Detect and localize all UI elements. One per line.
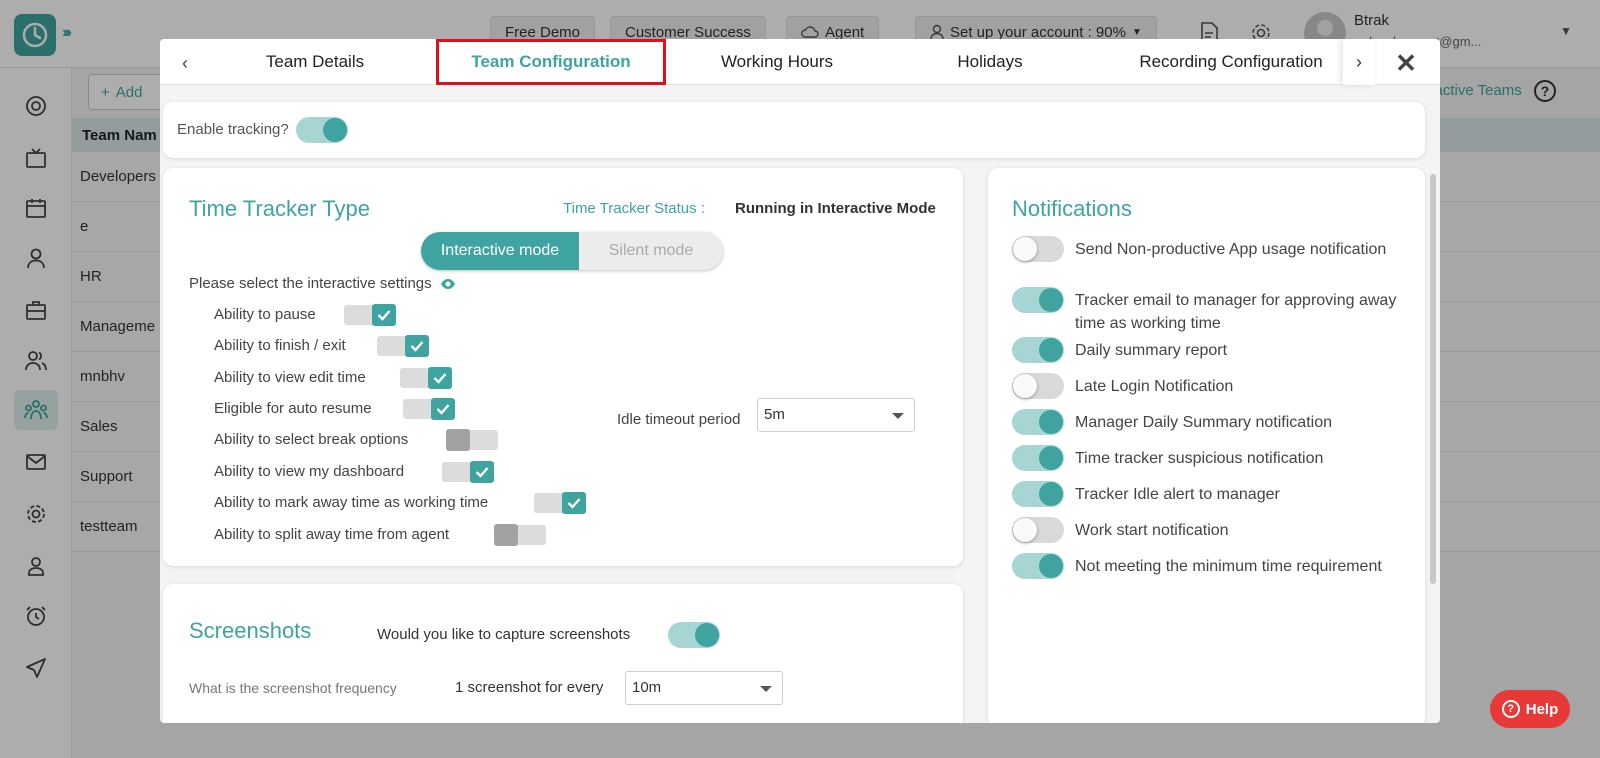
setting-label: Ability to view my dashboard [214, 462, 405, 480]
split-away-time-checkbox[interactable] [494, 524, 546, 546]
tracker-status-label: Time Tracker Status : [563, 200, 705, 217]
silent-mode-button[interactable]: Silent mode [579, 232, 723, 270]
screenshot-frequency-select[interactable]: 10m [625, 671, 783, 705]
team-settings-modal: ‹ Team Details Team Configuration Workin… [160, 39, 1440, 723]
enable-tracking-card: Enable tracking? [163, 102, 1425, 158]
mode-selector: Interactive mode Silent mode [421, 232, 723, 270]
tab-holidays[interactable]: Holidays [910, 39, 1070, 85]
interactive-settings-heading: Please select the interactive settings [189, 275, 456, 292]
dropdown-caret-icon [892, 413, 904, 419]
ability-to-finish-checkbox[interactable] [377, 335, 429, 357]
setting-mark-away-time: Ability to mark away time as working tim… [214, 489, 488, 515]
help-circle-icon: ? [1501, 700, 1520, 718]
setting-label: Ability to split away time from agent [214, 525, 450, 543]
time-tracker-type-card: Time Tracker Type Time Tracker Status : … [163, 168, 963, 566]
time-tracker-type-title: Time Tracker Type [189, 196, 370, 221]
setting-ability-to-pause: Ability to pause [214, 301, 316, 327]
setting-view-my-dashboard: Ability to view my dashboard [214, 458, 404, 484]
setting-label: Ability to view edit time [214, 368, 366, 386]
notifications-card: Notifications Send Non-productive App us… [988, 168, 1425, 723]
tab-team-configuration[interactable]: Team Configuration [436, 39, 666, 85]
manager-daily-summary-toggle[interactable] [1012, 409, 1064, 435]
idle-timeout-value: 5m [764, 406, 785, 423]
notification-label: Tracker Idle alert to manager [1075, 486, 1280, 503]
non-productive-app-toggle[interactable] [1012, 236, 1064, 262]
tracker-email-manager-toggle[interactable] [1012, 287, 1064, 313]
tab-bar: ‹ Team Details Team Configuration Workin… [160, 39, 1440, 85]
tab-prev-icon[interactable]: ‹ [182, 53, 188, 74]
dropdown-caret-icon [760, 686, 772, 692]
tab-next-icon[interactable]: › [1343, 39, 1375, 85]
idle-timeout-select[interactable]: 5m [757, 398, 915, 432]
close-icon[interactable]: ✕ [1392, 48, 1420, 78]
setting-label: Ability to mark away time as working tim… [214, 493, 489, 511]
setting-eligible-for-auto-resume: Eligible for auto resume [214, 395, 372, 421]
setting-label: Ability to select break options [214, 430, 409, 448]
auto-resume-checkbox[interactable] [403, 398, 455, 420]
capture-screenshots-label: Would you like to capture screenshots [377, 626, 631, 643]
check-icon [410, 341, 424, 352]
notification-label: Daily summary report [1075, 342, 1228, 359]
setting-break-options: Ability to select break options [214, 426, 408, 452]
notification-label: Time tracker suspicious notification [1075, 450, 1324, 467]
ability-to-pause-checkbox[interactable] [344, 304, 396, 326]
interactive-mode-button[interactable]: Interactive mode [421, 232, 579, 270]
idle-timeout-label: Idle timeout period [617, 411, 741, 428]
setting-split-away-time: Ability to split away time from agent [214, 521, 449, 547]
check-icon [377, 310, 391, 321]
suspicious-notification-toggle[interactable] [1012, 445, 1064, 471]
screenshot-frequency-value: 10m [632, 679, 662, 696]
notification-label: Send Non-productive App usage notificati… [1075, 241, 1387, 258]
tracker-status-value: Running in Interactive Mode [735, 200, 936, 217]
setting-ability-to-finish: Ability to finish / exit [214, 332, 346, 358]
screenshot-every-label: 1 screenshot for every [455, 679, 604, 696]
notifications-title: Notifications [1012, 196, 1132, 221]
late-login-toggle[interactable] [1012, 373, 1064, 399]
setting-ability-to-view-edit-time: Ability to view edit time [214, 364, 366, 390]
check-icon [475, 467, 489, 478]
check-icon [433, 373, 447, 384]
screenshots-card: Screenshots Would you like to capture sc… [163, 584, 963, 723]
interactive-settings-label: Please select the interactive settings [189, 275, 432, 292]
help-label: Help [1525, 700, 1559, 718]
minimum-time-toggle[interactable] [1012, 553, 1064, 579]
enable-tracking-label: Enable tracking? [177, 121, 289, 138]
daily-summary-toggle[interactable] [1012, 337, 1064, 363]
tab-working-hours[interactable]: Working Hours [672, 39, 882, 85]
tab-recording-configuration[interactable]: Recording Configuration [1120, 39, 1342, 85]
notification-label: Not meeting the minimum time requirement [1075, 558, 1382, 575]
setting-label: Ability to finish / exit [214, 336, 346, 354]
screenshots-title: Screenshots [189, 618, 312, 643]
modal-scrollbar[interactable] [1430, 174, 1436, 584]
setting-label: Ability to pause [214, 305, 316, 323]
break-options-checkbox[interactable] [446, 429, 498, 451]
eye-icon[interactable] [440, 278, 456, 290]
notification-label: Work start notification [1075, 522, 1229, 539]
check-icon [567, 498, 581, 509]
work-start-toggle[interactable] [1012, 517, 1064, 543]
notification-label: Late Login Notification [1075, 378, 1234, 395]
setting-label: Eligible for auto resume [214, 399, 372, 417]
mark-away-time-checkbox[interactable] [534, 492, 586, 514]
notification-label: Manager Daily Summary notification [1075, 414, 1332, 431]
idle-alert-toggle[interactable] [1012, 481, 1064, 507]
notification-label: Tracker email to manager for approving a… [1075, 292, 1397, 332]
capture-screenshots-toggle[interactable] [668, 622, 720, 648]
help-button[interactable]: ? Help [1490, 690, 1570, 728]
tab-team-details[interactable]: Team Details [220, 39, 410, 85]
screenshot-frequency-label: What is the screenshot frequency [189, 680, 397, 696]
enable-tracking-toggle[interactable] [296, 117, 348, 143]
check-icon [436, 404, 450, 415]
view-my-dashboard-checkbox[interactable] [442, 461, 494, 483]
ability-to-view-edit-time-checkbox[interactable] [400, 367, 452, 389]
